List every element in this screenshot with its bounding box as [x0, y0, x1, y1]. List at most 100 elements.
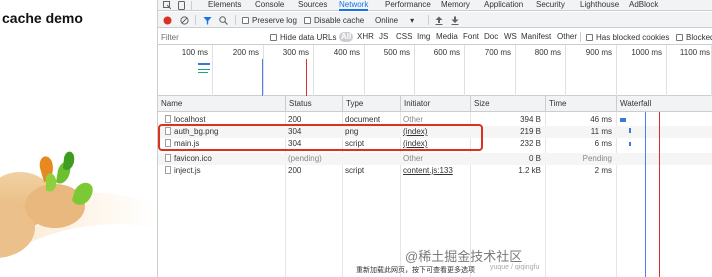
- overview-tick: [616, 45, 617, 96]
- inspect-element-icon[interactable]: [162, 0, 172, 10]
- tick-label: 100 ms: [181, 48, 208, 57]
- size-cell: 1.2 kB: [518, 166, 541, 175]
- toolbar-separator: [195, 15, 196, 25]
- clear-button[interactable]: [180, 12, 189, 28]
- column-header-status[interactable]: Status: [285, 96, 342, 112]
- type-cell: script: [345, 166, 365, 175]
- file-icon: [165, 154, 171, 162]
- column-header-size[interactable]: Size: [470, 96, 545, 112]
- time-cell: 6 ms: [594, 139, 612, 148]
- toolbar-separator: [428, 15, 429, 25]
- initiator-link[interactable]: content.js:133: [400, 165, 470, 177]
- file-icon: [165, 115, 171, 123]
- waterfall-bar: [629, 142, 631, 146]
- overview-tick: [364, 45, 365, 96]
- waterfall-bar: [620, 118, 626, 122]
- column-header-waterfall[interactable]: Waterfall: [616, 96, 712, 112]
- blocked-requests-checkbox[interactable]: Blocked: [676, 29, 712, 45]
- devtools-panel: Elements Console Sources Network Perform…: [157, 0, 712, 277]
- tab-sources[interactable]: Sources: [298, 0, 327, 11]
- filter-input[interactable]: [161, 31, 261, 43]
- throttling-value: Online: [375, 15, 399, 25]
- network-overview[interactable]: 100 ms 200 ms 300 ms 400 ms 500 ms 600 m…: [158, 45, 712, 96]
- overview-tick: [666, 45, 667, 96]
- filter-type-manifest[interactable]: Manifest: [521, 29, 551, 45]
- hide-data-urls-checkbox[interactable]: Hide data URLs: [270, 29, 336, 45]
- record-button[interactable]: [163, 12, 172, 28]
- overview-tick: [212, 45, 213, 96]
- status-cell: 200: [288, 166, 302, 175]
- has-blocked-cookies-checkbox[interactable]: Has blocked cookies: [586, 29, 669, 45]
- tab-elements[interactable]: Elements: [208, 0, 241, 11]
- checkbox-box: [586, 33, 593, 41]
- tick-label: 200 ms: [232, 48, 259, 57]
- overview-tick: [414, 45, 415, 96]
- column-header-type[interactable]: Type: [342, 96, 400, 112]
- overview-tick: [313, 45, 314, 96]
- tab-lighthouse[interactable]: Lighthouse: [580, 0, 619, 11]
- filter-type-img[interactable]: Img: [417, 29, 430, 45]
- overview-tick: [464, 45, 465, 96]
- filter-type-css[interactable]: CSS: [396, 29, 412, 45]
- filter-type-media[interactable]: Media: [436, 29, 458, 45]
- export-har-button[interactable]: [451, 12, 459, 28]
- overview-tick: [565, 45, 566, 96]
- filter-type-other[interactable]: Other: [557, 29, 577, 45]
- checkbox-box: [242, 16, 249, 24]
- page-viewport: cache demo: [0, 0, 157, 277]
- filter-icon: [203, 16, 212, 24]
- filter-type-doc[interactable]: Doc: [484, 29, 498, 45]
- preserve-log-label: Preserve log: [252, 15, 297, 25]
- filter-type-xhr[interactable]: XHR: [357, 29, 374, 45]
- search-button[interactable]: [219, 12, 228, 28]
- import-har-button[interactable]: [435, 12, 443, 28]
- column-header-name[interactable]: Name: [158, 96, 285, 112]
- network-toolbar: Preserve log Disable cache Online ▾: [158, 12, 712, 28]
- tick-label: 300 ms: [282, 48, 309, 57]
- tab-adblock[interactable]: AdBlock: [629, 0, 658, 11]
- tick-label: 800 ms: [534, 48, 561, 57]
- filter-toggle-button[interactable]: [203, 12, 212, 28]
- checkbox-box: [304, 16, 311, 24]
- waterfall-dcl-line: [645, 112, 646, 277]
- clear-icon: [180, 15, 189, 25]
- filter-type-ws[interactable]: WS: [504, 29, 517, 45]
- tab-security[interactable]: Security: [536, 0, 565, 11]
- initiator-cell: Other: [403, 154, 424, 163]
- tab-separator: [191, 1, 192, 10]
- dom-content-loaded-line: [262, 59, 263, 96]
- page-title: cache demo: [2, 10, 83, 26]
- filter-separator: [580, 32, 581, 42]
- tab-application[interactable]: Application: [484, 0, 523, 11]
- filter-type-all[interactable]: All: [339, 32, 354, 42]
- disable-cache-checkbox[interactable]: Disable cache: [304, 12, 364, 28]
- upload-icon: [435, 16, 443, 25]
- time-cell: 2 ms: [594, 166, 612, 175]
- time-cell: 11 ms: [590, 127, 612, 136]
- table-row[interactable]: inject.js 200 script content.js:133 1.2 …: [158, 165, 712, 177]
- preserve-log-checkbox[interactable]: Preserve log: [242, 12, 297, 28]
- column-header-time[interactable]: Time: [545, 96, 616, 112]
- filter-bar: Hide data URLs All XHR JS CSS Img Media …: [158, 29, 712, 45]
- tab-console[interactable]: Console: [255, 0, 284, 11]
- device-toolbar-icon[interactable]: [176, 0, 186, 10]
- tab-network[interactable]: Network: [339, 0, 369, 11]
- tab-performance[interactable]: Performance: [385, 0, 431, 11]
- tab-memory[interactable]: Memory: [441, 0, 470, 11]
- hide-data-urls-label: Hide data URLs: [280, 32, 337, 42]
- filter-type-font[interactable]: Font: [463, 29, 479, 45]
- status-cell: (pending): [288, 154, 322, 163]
- status-message: 重新加载此网页，按下可查看更多选项: [356, 267, 475, 274]
- tick-label: 1000 ms: [631, 48, 662, 57]
- illustration: [0, 151, 157, 258]
- size-cell: 0 B: [528, 154, 541, 163]
- column-header-initiator[interactable]: Initiator: [400, 96, 470, 112]
- filter-type-js[interactable]: JS: [379, 29, 388, 45]
- throttling-select[interactable]: Online ▾: [375, 12, 414, 28]
- table-row[interactable]: favicon.ico (pending) Other 0 B Pending: [158, 153, 712, 165]
- has-blocked-cookies-label: Has blocked cookies: [596, 32, 670, 42]
- disable-cache-label: Disable cache: [314, 15, 365, 25]
- highlight-annotation: [158, 124, 483, 151]
- search-icon: [219, 15, 228, 25]
- overview-bar: [198, 63, 210, 65]
